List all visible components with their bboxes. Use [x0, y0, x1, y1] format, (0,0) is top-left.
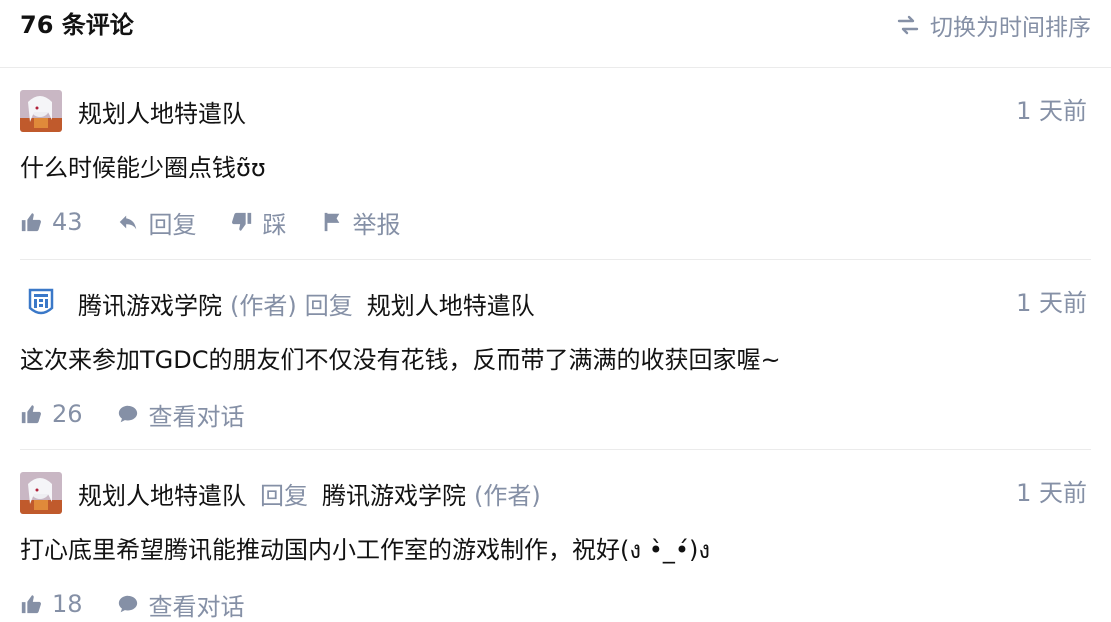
reply-indicator: 回复 — [304, 291, 353, 320]
avatar[interactable] — [20, 282, 62, 324]
comment-meta: 规划人地特遣队 回复 腾讯游戏学院 (作者) 1 天前 — [20, 472, 1091, 514]
dislike-label: 踩 — [262, 210, 287, 239]
like-button[interactable]: 18 — [20, 590, 83, 618]
comment-actions: 43 回复 踩 举报 — [20, 205, 401, 240]
comment-author[interactable]: 规划人地特遣队 — [78, 476, 246, 511]
comment-time: 1 天前 — [1016, 97, 1087, 125]
sort-toggle-button[interactable]: 切换为时间排序 — [896, 8, 1091, 42]
avatar[interactable] — [20, 472, 62, 514]
like-count: 43 — [52, 208, 83, 236]
view-conversation-button[interactable]: 查看对话 — [117, 397, 245, 432]
comment-content: 打心底里希望腾讯能推动国内小工作室的游戏制作，祝好(ง •̀_•́)ง — [20, 536, 711, 564]
dislike-button[interactable]: 踩 — [231, 205, 287, 240]
reply-label: 回复 — [148, 210, 197, 239]
flag-icon — [324, 212, 339, 232]
comment-actions: 26 查看对话 — [20, 397, 245, 432]
comments-header: 76 条评论 切换为时间排序 — [0, 0, 1111, 68]
chat-bubble-icon — [118, 405, 137, 423]
comment-content: 什么时候能少圈点钱ʊ̃ʊ — [20, 154, 266, 182]
like-button[interactable]: 26 — [20, 400, 83, 428]
comment-meta: 腾讯游戏学院 (作者) 回复 规划人地特遣队 1 天前 — [20, 282, 1091, 324]
reply-arrow-icon — [119, 215, 136, 230]
reply-to-author[interactable]: 规划人地特遣队 — [367, 286, 535, 321]
comment-author[interactable]: 腾讯游戏学院 — [78, 286, 222, 321]
comment-author[interactable]: 规划人地特遣队 — [78, 94, 246, 129]
author-badge: (作者) — [230, 291, 297, 320]
comment-item: 规划人地特遣队 1 天前 什么时候能少圈点钱ʊ̃ʊ 43 回复 踩 举报 — [20, 68, 1091, 260]
chat-bubble-icon — [118, 595, 137, 613]
thumbs-up-icon — [21, 405, 41, 424]
swap-arrows-icon — [897, 15, 919, 35]
comment-item: 规划人地特遣队 回复 腾讯游戏学院 (作者) 1 天前 打心底里希望腾讯能推动国… — [20, 450, 1091, 622]
view-conversation-label: 查看对话 — [148, 402, 245, 431]
comment-meta: 规划人地特遣队 1 天前 — [20, 90, 1091, 132]
sort-toggle-label: 切换为时间排序 — [930, 15, 1091, 41]
reply-to-author[interactable]: 腾讯游戏学院 — [322, 476, 466, 511]
thumbs-up-icon — [21, 595, 41, 614]
comment-time: 1 天前 — [1016, 289, 1087, 317]
thumbs-up-icon — [21, 213, 41, 232]
comment-item: 腾讯游戏学院 (作者) 回复 规划人地特遣队 1 天前 这次来参加TGDC的朋友… — [20, 260, 1091, 450]
like-count: 18 — [52, 590, 83, 618]
comment-time: 1 天前 — [1016, 479, 1087, 507]
like-count: 26 — [52, 400, 83, 428]
comment-content: 这次来参加TGDC的朋友们不仅没有花钱，反而带了满满的收获回家喔~ — [20, 346, 781, 374]
author-badge: (作者) — [474, 481, 541, 510]
reply-indicator: 回复 — [260, 481, 308, 510]
thumbs-down-icon — [231, 212, 251, 231]
report-button[interactable]: 举报 — [321, 205, 401, 240]
report-label: 举报 — [352, 210, 401, 239]
view-conversation-button[interactable]: 查看对话 — [117, 587, 245, 622]
like-button[interactable]: 43 — [20, 208, 83, 236]
comment-actions: 18 查看对话 — [20, 587, 245, 622]
comment-count: 76 条评论 — [20, 11, 134, 39]
reply-button[interactable]: 回复 — [117, 205, 197, 240]
view-conversation-label: 查看对话 — [148, 592, 245, 621]
avatar[interactable] — [20, 90, 62, 132]
